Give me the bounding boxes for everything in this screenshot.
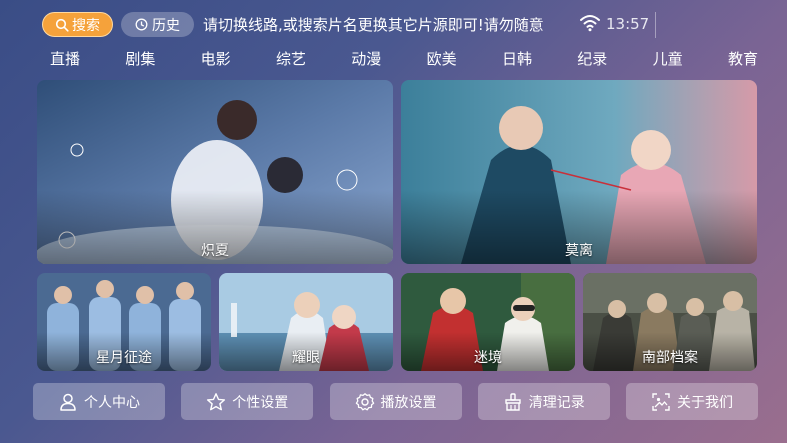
card-title: 迷境 bbox=[474, 350, 502, 366]
personalization-button[interactable]: 个性设置 bbox=[181, 383, 314, 420]
top-bar: 搜索 历史 请切换线路,或搜索片名更换其它片源即可!请勿随意 13:57 bbox=[0, 0, 787, 42]
gear-icon bbox=[355, 392, 374, 410]
search-button[interactable]: 搜索 bbox=[42, 12, 113, 37]
clock-time: 13:57 bbox=[606, 15, 650, 33]
nav-item-movie[interactable]: 电影 bbox=[181, 48, 251, 70]
media-card[interactable]: 耀眼 bbox=[219, 273, 393, 371]
clear-history-label: 清理记录 bbox=[528, 394, 585, 411]
media-card[interactable]: 南部档案 bbox=[583, 273, 757, 371]
history-button[interactable]: 历史 bbox=[121, 12, 194, 37]
personalization-label: 个性设置 bbox=[232, 394, 289, 411]
card-title: 耀眼 bbox=[292, 350, 320, 366]
nav-item-series[interactable]: 剧集 bbox=[105, 48, 175, 70]
personal-center-button[interactable]: 个人中心 bbox=[33, 383, 165, 420]
playback-settings-label: 播放设置 bbox=[380, 394, 437, 411]
card-title: 莫离 bbox=[565, 243, 593, 259]
personal-center-label: 个人中心 bbox=[84, 394, 140, 411]
category-nav: 直播 剧集 电影 综艺 动漫 欧美 日韩 纪录 儿童 教育 bbox=[30, 48, 778, 70]
header-divider bbox=[655, 12, 656, 38]
user-icon bbox=[60, 393, 76, 411]
nav-item-western[interactable]: 欧美 bbox=[407, 48, 477, 70]
media-card[interactable]: 炽夏 bbox=[37, 80, 393, 264]
clear-history-button[interactable]: 清理记录 bbox=[477, 383, 610, 420]
nav-item-documentary[interactable]: 纪录 bbox=[557, 48, 627, 70]
nav-item-anime[interactable]: 动漫 bbox=[331, 48, 401, 70]
media-card[interactable]: 迷境 bbox=[401, 273, 575, 371]
playback-settings-button[interactable]: 播放设置 bbox=[329, 383, 462, 420]
card-title: 星月征途 bbox=[96, 350, 152, 366]
history-label: 历史 bbox=[152, 17, 180, 34]
card-title: 南部档案 bbox=[642, 350, 698, 366]
nav-item-education[interactable]: 教育 bbox=[708, 48, 778, 70]
media-card[interactable]: 莫离 bbox=[401, 80, 757, 264]
nav-item-live[interactable]: 直播 bbox=[30, 48, 100, 70]
image-icon bbox=[652, 392, 670, 411]
wifi-icon bbox=[580, 15, 600, 32]
card-title: 炽夏 bbox=[201, 243, 229, 259]
star-icon bbox=[207, 392, 226, 410]
nav-item-jpkr[interactable]: 日韩 bbox=[482, 48, 552, 70]
search-icon bbox=[55, 18, 69, 32]
clock-icon bbox=[135, 18, 148, 31]
nav-item-kids[interactable]: 儿童 bbox=[633, 48, 703, 70]
media-card[interactable]: 星月征途 bbox=[37, 273, 211, 371]
search-label: 搜索 bbox=[72, 17, 100, 34]
marquee-notice: 请切换线路,或搜索片名更换其它片源即可!请勿随意 bbox=[203, 16, 544, 34]
broom-icon bbox=[505, 392, 521, 411]
about-us-label: 关于我们 bbox=[677, 394, 733, 411]
function-bar: 个人中心 个性设置 播放设置 清理记录 关于我们 bbox=[33, 383, 758, 421]
nav-item-variety[interactable]: 综艺 bbox=[256, 48, 326, 70]
about-us-button[interactable]: 关于我们 bbox=[626, 383, 758, 420]
